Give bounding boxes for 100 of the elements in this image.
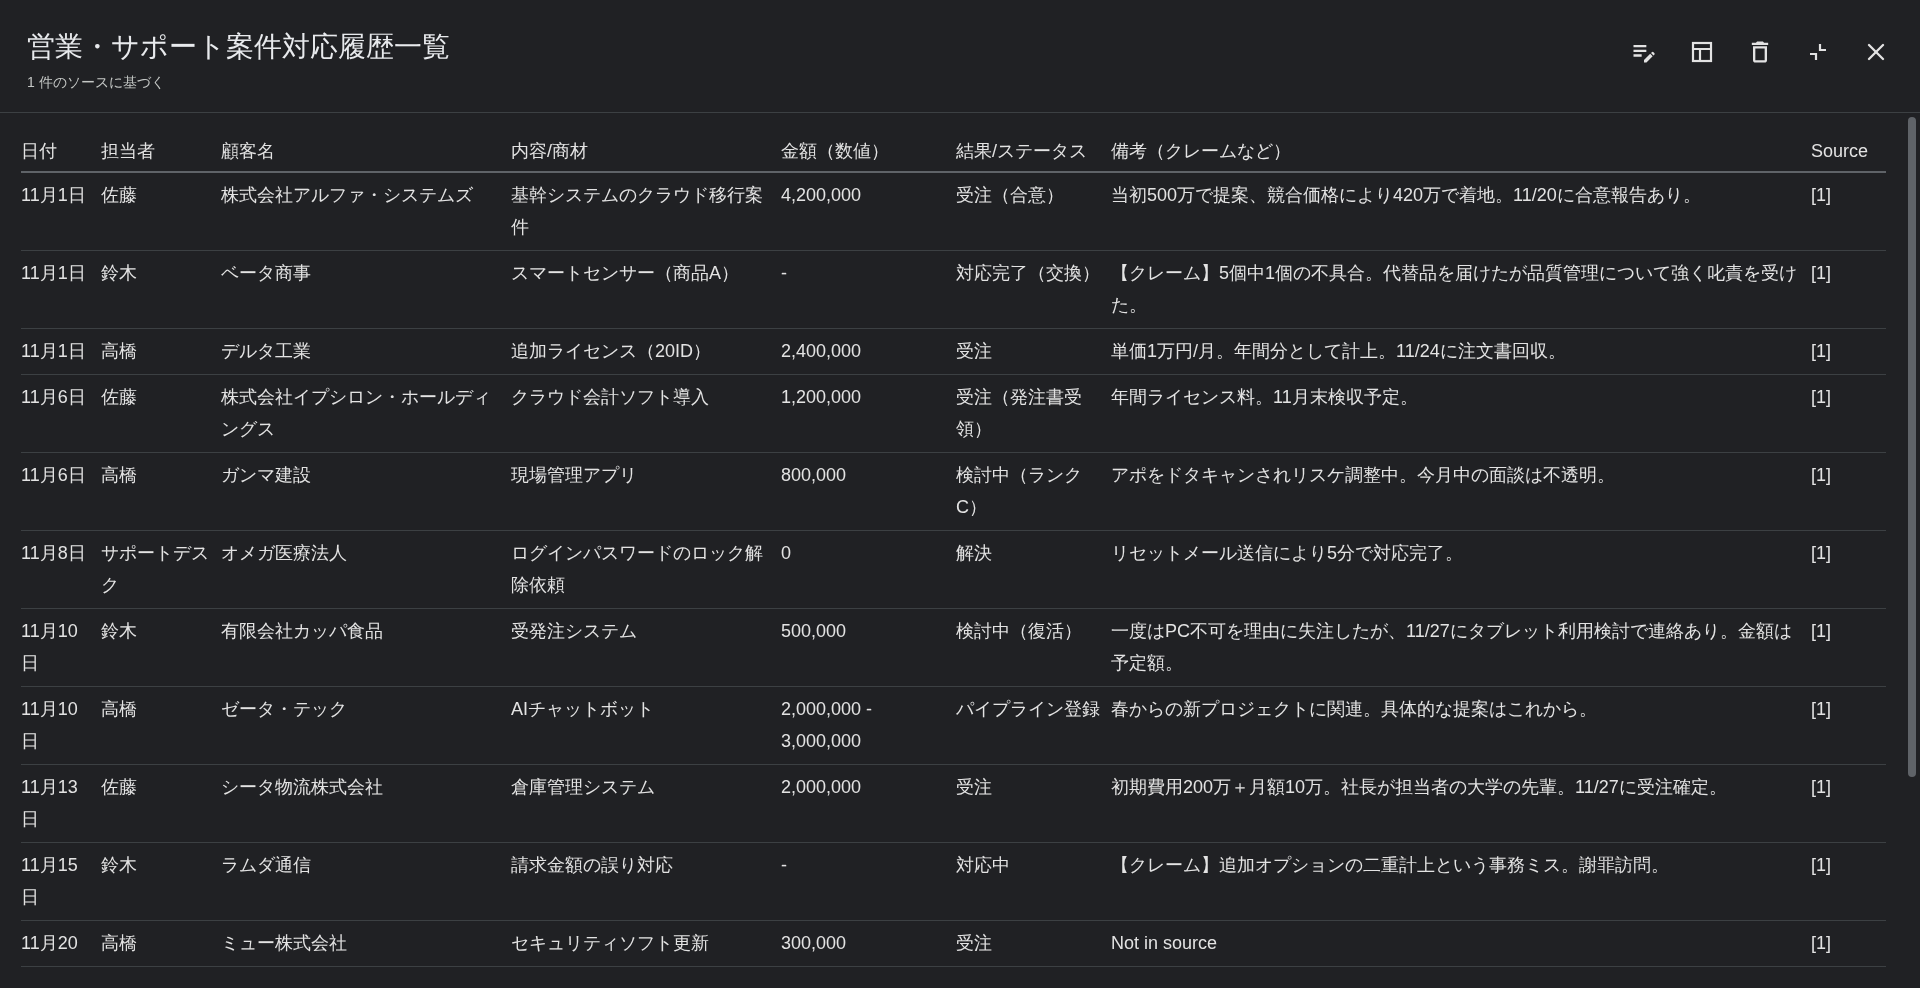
table-cell: 受注 <box>956 764 1111 843</box>
table-cell: 高橋 <box>101 328 221 375</box>
table-cell: 0 <box>781 530 956 609</box>
table-cell: 11月8日 <box>21 530 101 609</box>
table-cell: - <box>781 842 956 921</box>
table-cell: 受注 <box>956 328 1111 375</box>
table-cell: 500,000 <box>781 608 956 687</box>
table-cell: 倉庫管理システム <box>511 764 781 843</box>
table-cell: 2,000,000 <box>781 764 956 843</box>
table-cell: 800,000 <box>781 452 956 531</box>
table-icon <box>1691 41 1713 63</box>
table-cell: 高橋 <box>101 686 221 765</box>
table-cell: ゼータ・テック <box>221 686 511 765</box>
table-cell: 11月6日 <box>21 452 101 531</box>
table-cell: ベータ商事 <box>221 250 511 329</box>
table-cell: リセットメール送信により5分で対応完了。 <box>1111 530 1811 609</box>
table-cell: 受注（合意） <box>956 172 1111 251</box>
table-cell: [1] <box>1811 172 1886 251</box>
table-cell: ラムダ通信 <box>221 842 511 921</box>
table-cell: 佐藤 <box>101 172 221 251</box>
table-cell: 2,400,000 <box>781 328 956 375</box>
table-cell: 11月13日 <box>21 764 101 843</box>
table-cell: 株式会社アルファ・システムズ <box>221 172 511 251</box>
table-cell: Not in source <box>1111 920 1811 967</box>
column-header: 内容/商材 <box>511 129 781 172</box>
table-cell: [1] <box>1811 608 1886 687</box>
column-header: 日付 <box>21 129 101 172</box>
table-cell: 年間ライセンス料。11月末検収予定。 <box>1111 374 1811 453</box>
table-cell: 佐藤 <box>101 374 221 453</box>
column-header: 結果/ステータス <box>956 129 1111 172</box>
table-cell: シータ物流株式会社 <box>221 764 511 843</box>
table-cell: 高橋 <box>101 452 221 531</box>
table-cell: 300,000 <box>781 920 956 967</box>
table-cell: ログインパスワードのロック解除依頼 <box>511 530 781 609</box>
table-cell: 春からの新プロジェクトに関連。具体的な提案はこれから。 <box>1111 686 1811 765</box>
table-cell: 【クレーム】5個中1個の不具合。代替品を届けたが品質管理について強く叱責を受けた。 <box>1111 250 1811 329</box>
table-cell: 【クレーム】追加オプションの二重計上という事務ミス。謝罪訪問。 <box>1111 842 1811 921</box>
table-cell: 一度はPC不可を理由に失注したが、11/27にタブレット利用検討で連絡あり。金額は予定額。 <box>1111 608 1811 687</box>
table-cell: 11月10日 <box>21 608 101 687</box>
window-title: 営業・サポート案件対応履歴一覧 <box>27 30 450 64</box>
table-cell: 2,000,000 - 3,000,000 <box>781 686 956 765</box>
table-cell: パイプライン登録 <box>956 686 1111 765</box>
table-cell: 1,200,000 <box>781 374 956 453</box>
table-cell: 鈴木 <box>101 250 221 329</box>
column-header: 担当者 <box>101 129 221 172</box>
table-cell: [1] <box>1811 842 1886 921</box>
table-cell: オメガ医療法人 <box>221 530 511 609</box>
table-cell: アポをドタキャンされリスケ調整中。今月中の面談は不透明。 <box>1111 452 1811 531</box>
table-cell: セキュリティソフト更新 <box>511 920 781 967</box>
table-cell: 初期費用200万＋月額10万。社長が担当者の大学の先輩。11/27に受注確定。 <box>1111 764 1811 843</box>
table-cell: 追加ライセンス（20ID） <box>511 328 781 375</box>
table-cell: 受発注システム <box>511 608 781 687</box>
table-cell: [1] <box>1811 374 1886 453</box>
table-cell: 受注（発注書受領） <box>956 374 1111 453</box>
table-cell: AIチャットボット <box>511 686 781 765</box>
table-cell: 現場管理アプリ <box>511 452 781 531</box>
table-cell: 11月1日 <box>21 172 101 251</box>
table-cell: [1] <box>1811 530 1886 609</box>
table-cell: 検討中（ランクC） <box>956 452 1111 531</box>
table-cell: 11月20 <box>21 920 101 967</box>
table-cell: - <box>781 250 956 329</box>
table-cell: サポートデスク <box>101 530 221 609</box>
table-cell: 11月15日 <box>21 842 101 921</box>
table-cell: 単価1万円/月。年間分として計上。11/24に注文書回収。 <box>1111 328 1811 375</box>
table-cell: スマートセンサー（商品A） <box>511 250 781 329</box>
collapse-icon <box>1808 42 1828 62</box>
table-cell: [1] <box>1811 250 1886 329</box>
column-header: Source <box>1811 129 1886 172</box>
table-cell: 受注 <box>956 920 1111 967</box>
table-cell: 11月6日 <box>21 374 101 453</box>
table-cell: 鈴木 <box>101 608 221 687</box>
table-cell: [1] <box>1811 920 1886 967</box>
table-cell: 基幹システムのクラウド移行案件 <box>511 172 781 251</box>
window-subtitle: 1 件のソースに基づく <box>27 73 166 92</box>
table-cell: クラウド会計ソフト導入 <box>511 374 781 453</box>
table-cell: 4,200,000 <box>781 172 956 251</box>
table-cell: 対応完了（交換） <box>956 250 1111 329</box>
table-cell: 佐藤 <box>101 764 221 843</box>
table-cell: デルタ工業 <box>221 328 511 375</box>
table-cell: 解決 <box>956 530 1111 609</box>
table-cell: 11月1日 <box>21 328 101 375</box>
table-cell: 11月10日 <box>21 686 101 765</box>
table-cell: 株式会社イプシロン・ホールディングス <box>221 374 511 453</box>
table-cell: [1] <box>1811 764 1886 843</box>
table-cell: [1] <box>1811 328 1886 375</box>
scrollbar-thumb[interactable] <box>1908 117 1916 777</box>
table-cell: 請求金額の誤り対応 <box>511 842 781 921</box>
table-cell: 検討中（復活） <box>956 608 1111 687</box>
table-cell: ミュー株式会社 <box>221 920 511 967</box>
table-cell: [1] <box>1811 686 1886 765</box>
table-cell: 有限会社カッパ食品 <box>221 608 511 687</box>
table-cell: 11月1日 <box>21 250 101 329</box>
table-cell: ガンマ建設 <box>221 452 511 531</box>
table-cell: 対応中 <box>956 842 1111 921</box>
table-cell: 鈴木 <box>101 842 221 921</box>
column-header: 備考（クレームなど） <box>1111 129 1811 172</box>
table-cell: 高橋 <box>101 920 221 967</box>
table-cell: 当初500万で提案、競合価格により420万で着地。11/20に合意報告あり。 <box>1111 172 1811 251</box>
column-header: 金額（数値） <box>781 129 956 172</box>
column-header: 顧客名 <box>221 129 511 172</box>
